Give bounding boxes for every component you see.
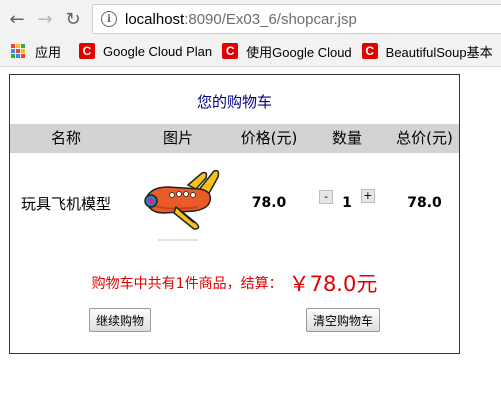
toy-airplane-icon [144,169,220,241]
bookmark-favicon-icon: C [79,43,96,59]
back-arrow-icon[interactable]: ← [6,8,28,30]
bookmark-favicon-icon: C [222,43,239,59]
column-header-quantity: 数量 [331,129,362,147]
decrease-quantity-button[interactable]: - [319,190,334,204]
product-image [122,153,234,253]
column-header-name: 名称 [50,129,81,147]
column-header-image: 图片 [162,129,193,147]
bookmarks-bar: 应用 C Google Cloud Plan C 使用Google Cloud … [0,38,501,64]
product-price: 78.0 [251,195,287,211]
quantity-value: 1 [342,195,352,211]
cart-container: 您的购物车 名称 图片 价格(元) 数量 总价(元) 玩具飞机模型 78.0 -… [9,74,460,354]
product-name: 玩具飞机模型 [20,194,111,213]
apps-grid-icon[interactable] [11,44,25,58]
cart-table: 名称 图片 价格(元) 数量 总价(元) 玩具飞机模型 78.0 - 1 + 7… [10,124,459,253]
forward-arrow-icon[interactable]: → [34,8,56,30]
table-header: 名称 图片 价格(元) 数量 总价(元) [10,124,459,153]
url-host: localhost [125,10,185,28]
cart-summary: 购物车中共有1件商品，结算： ￥78.0元 [10,268,459,298]
column-header-price: 价格(元) [240,129,298,147]
page-title: 您的购物车 [196,93,272,111]
bookmark-label: Google Cloud Plan [103,43,213,59]
clear-cart-button[interactable]: 清空购物车 [306,308,381,332]
continue-shopping-button[interactable]: 继续购物 [89,308,152,332]
url-text[interactable]: localhost:8090/Ex03_6/shopcar.jsp [125,11,357,28]
bookmark-item[interactable]: C BeautifulSoup基本 [361,42,493,61]
url-path: :8090/Ex03_6/shopcar.jsp [184,10,357,28]
reload-icon[interactable]: ↻ [62,8,84,30]
address-bar[interactable]: i localhost:8090/Ex03_6/shopcar.jsp [92,4,501,34]
bookmark-label: 使用Google Cloud [246,44,352,60]
bookmark-label: BeautifulSoup基本 [385,44,493,60]
increase-quantity-button[interactable]: + [360,189,375,203]
summary-text: 购物车中共有1件商品，结算： [91,276,283,292]
column-header-total: 总价(元) [396,129,453,147]
product-total: 78.0 [407,195,442,211]
info-icon[interactable]: i [101,11,117,27]
summary-amount: ￥78.0元 [288,272,378,296]
bookmark-item[interactable]: C 使用Google Cloud [222,42,352,61]
browser-chrome: ← → ↻ i localhost:8090/Ex03_6/shopcar.js… [0,0,501,67]
bookmark-favicon-icon: C [361,43,378,59]
table-row: 玩具飞机模型 78.0 - 1 + 78.0 [10,153,459,253]
quantity-stepper: - 1 + [304,153,390,253]
bookmark-item[interactable]: C Google Cloud Plan [79,43,212,59]
apps-label[interactable]: 应用 [35,42,61,61]
